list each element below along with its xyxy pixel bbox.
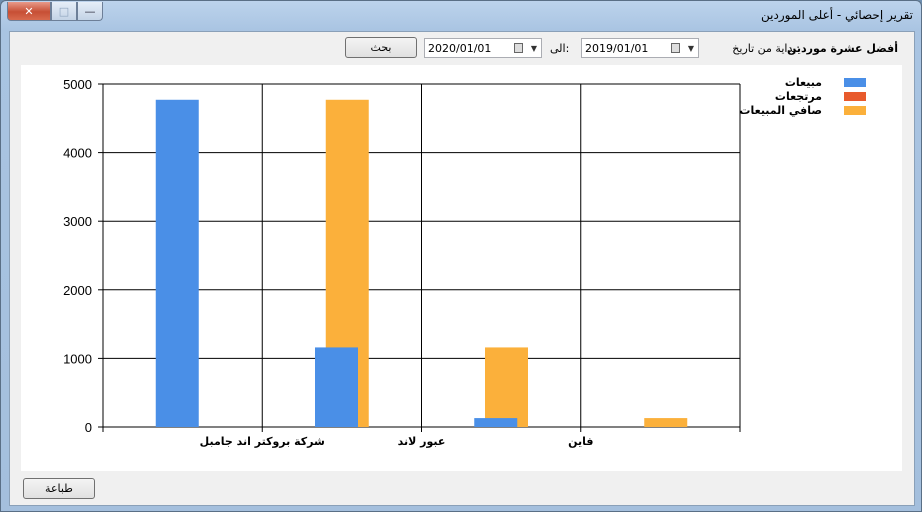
bar-sales: [474, 418, 518, 427]
window-title: تقرير إحصائي - أعلى الموردين: [761, 8, 913, 22]
title-bar[interactable]: ✕ □ — تقرير إحصائي - أعلى الموردين: [1, 1, 921, 31]
y-tick-label: 4000: [63, 146, 92, 161]
chart-area: 0 1000 2000 3000 4000 5000 شركة بروكتر اند جام…: [21, 65, 902, 471]
x-tick-label: فاين: [568, 435, 593, 448]
bar-sales: [155, 99, 199, 427]
y-tick-label: 3000: [63, 214, 92, 229]
minimize-icon: —: [84, 4, 96, 18]
legend-swatch-returns: [844, 92, 866, 101]
legend-label-returns: مرتجعات: [774, 90, 822, 103]
legend-item-returns: مرتجعات: [772, 90, 902, 104]
x-tick-label: عبور لاند: [398, 435, 446, 448]
chevron-down-icon[interactable]: ▼: [531, 44, 537, 53]
print-button[interactable]: طباعة: [23, 478, 95, 499]
from-date-value: 2019/01/01: [585, 42, 649, 55]
bar-chart: 0 1000 2000 3000 4000 5000 شركة بروكتر اند جام…: [63, 77, 741, 448]
to-date-value: 2020/01/01: [428, 42, 492, 55]
legend-label-net-sales: صافي المبيعات: [739, 104, 822, 117]
legend-swatch-sales: [844, 78, 866, 87]
legend-label-sales: مبيعات: [784, 76, 822, 89]
calendar-icon: [671, 43, 680, 53]
y-tick-label: 5000: [63, 77, 92, 92]
search-button[interactable]: بحث: [345, 37, 417, 58]
bar-sales: [315, 347, 358, 427]
from-date-picker[interactable]: 2019/01/01 ▼: [581, 38, 699, 58]
legend-swatch-net-sales: [844, 106, 866, 115]
maximize-icon: □: [58, 4, 70, 18]
y-tick-label: 2000: [63, 283, 92, 298]
from-date-label: بداية من تاريخ:: [732, 42, 800, 55]
x-tick-label: شركة بروكتر اند جامبل: [200, 435, 325, 448]
legend-item-sales: مبيعات: [772, 76, 902, 90]
close-button[interactable]: ✕: [7, 2, 51, 21]
calendar-icon: [514, 43, 523, 53]
legend-item-net-sales: صافي المبيعات: [739, 104, 902, 118]
chevron-down-icon[interactable]: ▼: [688, 44, 694, 53]
minimize-button[interactable]: —: [77, 2, 103, 21]
y-tick-label: 1000: [63, 351, 92, 366]
client-area: أفضل عشرة موردين بداية من تاريخ: 2019/01…: [9, 31, 915, 506]
report-window: ✕ □ — تقرير إحصائي - أعلى الموردين أفضل …: [0, 0, 922, 512]
bar-net-sales: [644, 418, 688, 427]
caption-buttons: ✕ □ —: [7, 2, 103, 21]
bar-net-sales: [485, 347, 528, 427]
y-tick-label: 0: [85, 420, 92, 435]
report-heading: أفضل عشرة موردين: [786, 42, 898, 55]
to-date-label: الى:: [550, 42, 570, 55]
to-date-picker[interactable]: 2020/01/01 ▼: [424, 38, 542, 58]
maximize-button[interactable]: □: [51, 2, 77, 21]
close-icon: ✕: [24, 4, 34, 18]
